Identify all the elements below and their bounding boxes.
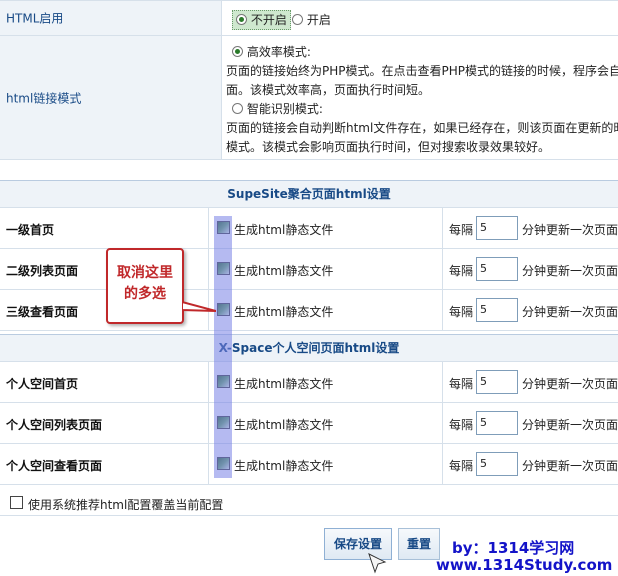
gen-label: 生成html静态文件 <box>234 305 334 319</box>
row-name: 二级列表页面 <box>6 264 79 278</box>
callout-line-2: 的多选 <box>124 286 166 302</box>
radio-efficient-option[interactable]: 高效率模式: <box>232 43 311 60</box>
gen-cell: 生成html静态文件 <box>208 208 443 248</box>
interval-prefix: 每隔 <box>449 305 474 319</box>
table-row: 二级列表页面 生成html静态文件 每隔 5 分钟更新一次页面 <box>0 249 618 290</box>
radio-smart[interactable] <box>232 103 243 114</box>
interval-unit: 分钟更新一次页面 <box>522 459 618 473</box>
gen-label: 生成html静态文件 <box>234 223 334 237</box>
interval-unit: 分钟更新一次页面 <box>522 264 618 278</box>
interval-input[interactable]: 5 <box>476 257 518 281</box>
row-name: 一级首页 <box>6 223 55 237</box>
watermark-line-1: by：1314学习网 <box>452 539 575 557</box>
recommend-option-row: 使用系统推荐html配置覆盖当前配置 <box>0 488 618 516</box>
xspace-section-title: X-Space个人空间页面html设置 <box>0 334 618 362</box>
link-mode-row: html链接模式 高效率模式: 页面的链接始终为PHP模式。在点击查看PHP模式… <box>0 36 618 160</box>
annotation-callout: 取消这里 的多选 <box>106 248 184 324</box>
efficient-desc-1: 页面的链接始终为PHP模式。在点击查看PHP模式的链接的时候，程序会自 <box>226 64 618 78</box>
reset-button[interactable]: 重置 <box>398 528 440 560</box>
radio-efficient-label: 高效率模式: <box>246 45 311 59</box>
radio-smart-option[interactable]: 智能识别模式: <box>232 100 323 117</box>
table-row: 三级查看页面 生成html静态文件 每隔 5 分钟更新一次页面 <box>0 290 618 331</box>
interval-input[interactable]: 5 <box>476 452 518 476</box>
interval-prefix: 每隔 <box>449 264 474 278</box>
radio-enable-option[interactable]: 开启 <box>292 12 331 28</box>
recommend-label: 使用系统推荐html配置覆盖当前配置 <box>28 498 224 512</box>
interval-unit: 分钟更新一次页面 <box>522 377 618 391</box>
radio-enable-label: 开启 <box>306 13 331 27</box>
gen-cell: 生成html静态文件 <box>208 403 443 443</box>
gen-label: 生成html静态文件 <box>234 459 334 473</box>
gen-cell: 生成html静态文件 <box>208 362 443 402</box>
table-row: 个人空间列表页面 生成html静态文件 每隔 5 分钟更新一次页面 <box>0 403 618 444</box>
radio-efficient[interactable] <box>232 46 243 57</box>
interval-prefix: 每隔 <box>449 223 474 237</box>
interval-unit: 分钟更新一次页面 <box>522 223 618 237</box>
gen-checkbox[interactable] <box>217 457 230 470</box>
radio-disable[interactable] <box>236 14 247 25</box>
gen-checkbox[interactable] <box>217 221 230 234</box>
gen-label: 生成html静态文件 <box>234 264 334 278</box>
link-mode-options: 高效率模式: 页面的链接始终为PHP模式。在点击查看PHP模式的链接的时候，程序… <box>222 36 618 159</box>
row-name: 个人空间首页 <box>6 377 79 391</box>
link-mode-label-cell: html链接模式 <box>0 36 222 159</box>
html-enable-label: HTML启用 <box>6 11 64 26</box>
smart-desc-2: 模式。该模式会影响页面执行时间，但对搜索收录效果较好。 <box>226 140 551 154</box>
gen-checkbox[interactable] <box>217 303 230 316</box>
interval-input[interactable]: 5 <box>476 298 518 322</box>
row-name: 个人空间查看页面 <box>6 459 103 473</box>
gen-checkbox[interactable] <box>217 262 230 275</box>
interval-prefix: 每隔 <box>449 418 474 432</box>
html-enable-label-cell: HTML启用 <box>0 1 222 35</box>
table-row: 一级首页 生成html静态文件 每隔 5 分钟更新一次页面 <box>0 208 618 249</box>
table-row: 个人空间查看页面 生成html静态文件 每隔 5 分钟更新一次页面 <box>0 444 618 485</box>
efficient-desc-2: 面。该模式效率高，页面执行时间短。 <box>226 83 431 97</box>
interval-unit: 分钟更新一次页面 <box>522 418 618 432</box>
interval-input[interactable]: 5 <box>476 370 518 394</box>
row-name: 个人空间列表页面 <box>6 418 103 432</box>
recommend-checkbox[interactable] <box>10 496 23 509</box>
interval-input[interactable]: 5 <box>476 216 518 240</box>
gen-label: 生成html静态文件 <box>234 418 334 432</box>
table-row: 个人空间首页 生成html静态文件 每隔 5 分钟更新一次页面 <box>0 362 618 403</box>
watermark-line-2: www.1314Study.com <box>436 556 613 574</box>
mouse-cursor-icon <box>368 553 387 574</box>
gen-label: 生成html静态文件 <box>234 377 334 391</box>
gen-cell: 生成html静态文件 <box>208 249 443 289</box>
html-enable-options: 不开启 开启 <box>222 1 618 35</box>
radio-enable[interactable] <box>292 14 303 25</box>
radio-disable-label: 不开启 <box>250 13 287 27</box>
gen-checkbox[interactable] <box>217 416 230 429</box>
gen-cell: 生成html静态文件 <box>208 290 443 330</box>
interval-unit: 分钟更新一次页面 <box>522 305 618 319</box>
smart-desc-1: 页面的链接会自动判断html文件存在，如果已经存在，则该页面在更新的时 <box>226 121 618 135</box>
gen-cell: 生成html静态文件 <box>208 444 443 484</box>
interval-prefix: 每隔 <box>449 377 474 391</box>
callout-line-1: 取消这里 <box>117 265 173 281</box>
row-name: 三级查看页面 <box>6 305 79 319</box>
interval-prefix: 每隔 <box>449 459 474 473</box>
supesite-section-title: SupeSite聚合页面html设置 <box>0 180 618 208</box>
radio-disable-option[interactable]: 不开启 <box>232 10 291 30</box>
gen-checkbox[interactable] <box>217 375 230 388</box>
radio-smart-label: 智能识别模式: <box>246 102 323 116</box>
interval-input[interactable]: 5 <box>476 411 518 435</box>
html-enable-row: HTML启用 不开启 开启 <box>0 0 618 36</box>
link-mode-label: html链接模式 <box>6 91 82 105</box>
